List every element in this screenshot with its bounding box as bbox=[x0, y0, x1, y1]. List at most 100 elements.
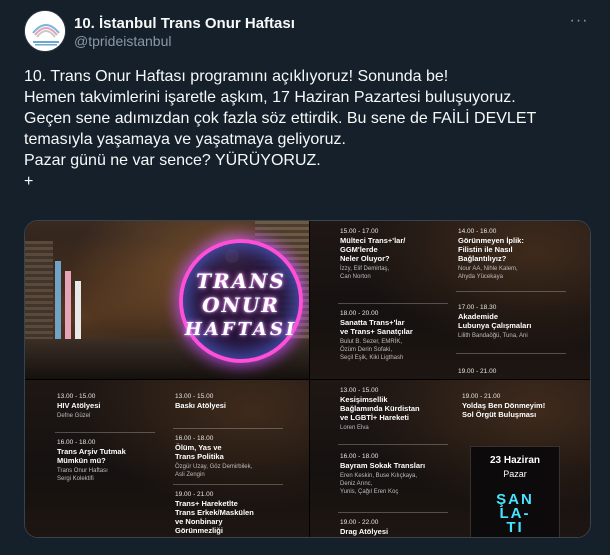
media-image-schedule-4[interactable]: 13.00 - 15.00 Kesişimsellik Bağlamında K… bbox=[310, 380, 590, 537]
schedule-item: 17.00 - 18.30 Akademide Lubunya Çalışmal… bbox=[458, 303, 570, 340]
session-people: Özgür Uzay, Göz Demirbilek, bbox=[175, 464, 253, 470]
schedule-item: 19.00 - 22.00 Drag Atölyesi bbox=[340, 518, 460, 536]
session-people: Defne Güzel bbox=[57, 413, 91, 419]
trans-onur-haftasi-logo: TRANS ONUR HAFTASI bbox=[179, 239, 303, 363]
schedule-item: 16.00 - 18.00 Bayram Sokak Transları Ere… bbox=[340, 452, 465, 496]
schedule-item: 19.00 - 21.00 Trans+ Hareketlte Trans Er… bbox=[175, 490, 300, 535]
session-time: 19.00 - 22.00 bbox=[340, 519, 379, 526]
schedule-item: 19.00 - 21.00 Yoldaş Ben Dönmeyim! Sol Ö… bbox=[462, 392, 587, 419]
session-title: Sanatta Trans+'lar bbox=[340, 318, 405, 327]
session-time: 19.00 - 21.00 bbox=[175, 491, 214, 498]
march-date-card: 23 Haziran Pazar ŞAN LA- TI bbox=[470, 446, 560, 537]
session-people: Can Norton bbox=[340, 274, 371, 280]
session-title: Bağlantılıyız? bbox=[458, 254, 507, 263]
session-title: Baskı Atölyesi bbox=[175, 401, 226, 410]
session-title: ve Trans+ Sanatçılar bbox=[340, 327, 413, 336]
session-title: Bayram Sokak Transları bbox=[340, 461, 426, 470]
divider bbox=[173, 484, 283, 485]
session-title: Filistin ile Nasıl bbox=[458, 245, 513, 254]
divider bbox=[456, 291, 566, 292]
schedule-item: 13.00 - 15.00 Baskı Atölyesi bbox=[175, 392, 295, 410]
session-people: Sergi Kolektifi bbox=[57, 476, 94, 482]
session-people: Seçil Eşik, Kiki Ligthash bbox=[340, 355, 404, 361]
logo-word: ONUR bbox=[202, 293, 280, 317]
session-time: 13.00 - 15.00 bbox=[57, 393, 96, 400]
session-time: 19.00 - 21.00 bbox=[458, 368, 497, 375]
logo-word: TRANS bbox=[196, 269, 286, 293]
march-date: 23 Haziran bbox=[489, 455, 541, 466]
author-name-row: 10. İstanbul Trans Onur Haftası bbox=[74, 13, 295, 33]
schedule-item: 15.00 - 17.00 Mülteci Trans+'lar/ GGM'le… bbox=[340, 227, 450, 281]
tweet-line: 10. Trans Onur Haftası programını açıklı… bbox=[24, 68, 449, 85]
session-title: Trans Arşiv Tutmak bbox=[57, 447, 126, 456]
session-people: Loren Elva bbox=[340, 425, 369, 431]
schedule-item: 16.00 - 18.00 Trans Arşiv Tutmak Mümkün … bbox=[57, 438, 167, 483]
session-people: Asli Zengin bbox=[175, 472, 205, 478]
tweet-line: temasıyla yaşamaya ve yaşatmaya geliyoru… bbox=[24, 131, 346, 148]
session-people: Trans Onur Haftası bbox=[57, 468, 108, 474]
logo-word: HAFTASI bbox=[184, 319, 298, 340]
media-image-logo[interactable]: TRANS ONUR HAFTASI bbox=[25, 221, 309, 379]
divider bbox=[456, 353, 566, 354]
divider bbox=[338, 444, 448, 445]
session-people: Ahyda Yücekaya bbox=[458, 274, 503, 280]
schedule-item: 13.00 - 15.00 Kesişimsellik Bağlamında K… bbox=[340, 386, 460, 432]
profile-avatar[interactable] bbox=[24, 10, 66, 52]
session-time: 18.00 - 20.00 bbox=[340, 310, 379, 317]
session-title: Yoldaş Ben Dönmeyim! bbox=[462, 401, 546, 410]
session-time: 19.00 - 21.00 bbox=[462, 393, 501, 400]
march-day: Pazar bbox=[503, 469, 527, 479]
more-icon: ··· bbox=[569, 12, 589, 29]
media-grid: TRANS ONUR HAFTASI 15.00 - 17.00 Mülteci… bbox=[24, 220, 591, 538]
session-title: GGM'lerde bbox=[340, 245, 378, 254]
session-title: Kesişimsellik bbox=[340, 395, 388, 404]
tweet-line: Hemen takvimlerini işaretle aşkım, 17 Ha… bbox=[24, 89, 516, 106]
tweet-line: Geçen sene adımızdan çok fazla söz ettir… bbox=[24, 110, 537, 127]
session-people: Lilith Bandaöğü, Tuna, Ani bbox=[458, 333, 528, 339]
session-title: Neler Oluyor? bbox=[340, 254, 390, 263]
session-time: 16.00 - 18.00 bbox=[175, 435, 214, 442]
media-image-schedule-3[interactable]: 13.00 - 15.00 HIV Atölyesi Defne Güzel 1… bbox=[25, 380, 309, 537]
media-image-schedule-2[interactable]: 15.00 - 17.00 Mülteci Trans+'lar/ GGM'le… bbox=[310, 221, 590, 379]
session-time: 15.00 - 17.00 bbox=[340, 228, 379, 235]
session-title: Görünmeyen İplik: bbox=[458, 236, 524, 245]
tweet-text: 10. Trans Onur Haftası programını açıklı… bbox=[24, 66, 594, 192]
session-time: 16.00 - 18.00 bbox=[57, 439, 96, 446]
author-handle[interactable]: @tprideistanbul bbox=[74, 33, 172, 49]
session-time: 13.00 - 15.00 bbox=[175, 393, 214, 400]
author-display-name[interactable]: 10. İstanbul Trans Onur Haftası bbox=[74, 15, 295, 32]
session-time: 13.00 - 15.00 bbox=[340, 387, 379, 394]
session-people: Nour AA, Nihle Kalem, bbox=[458, 266, 518, 272]
march-word-line: TI bbox=[506, 519, 524, 536]
divider bbox=[338, 512, 448, 513]
session-title: Drag Atölyesi bbox=[340, 527, 389, 536]
session-title: Lubunya Çalışmaları bbox=[458, 321, 532, 330]
session-people: Deniz Arınc, bbox=[340, 481, 373, 487]
more-options-button[interactable]: ··· bbox=[566, 10, 592, 32]
session-people: Özüm Derin Sofaki, bbox=[340, 347, 393, 353]
session-time: 16.00 - 18.00 bbox=[340, 453, 379, 460]
session-title: Görünmezliği bbox=[175, 526, 223, 535]
schedule-item: 16.00 - 18.00 Ölüm, Yas ve Trans Politik… bbox=[175, 434, 300, 479]
march-word: ŞAN LA- TI bbox=[471, 492, 559, 536]
trans-pride-logo-icon bbox=[25, 11, 65, 51]
schedule-item: 13.00 - 15.00 HIV Atölyesi Defne Güzel bbox=[57, 392, 167, 420]
session-title: Bağlamında Kürdistan bbox=[340, 404, 420, 413]
session-title: Ölüm, Yas ve bbox=[175, 443, 222, 452]
divider bbox=[55, 432, 155, 433]
divider bbox=[338, 303, 448, 304]
schedule-item: 14.00 - 16.00 Görünmeyen İplik: Filistin… bbox=[458, 227, 570, 281]
session-people: İzzy, Elif Demirtaş, bbox=[340, 266, 390, 272]
session-time: 17.00 - 18.30 bbox=[458, 304, 497, 311]
session-title: Trans+ Hareketlte bbox=[175, 499, 238, 508]
schedule-item: 18.00 - 20.00 Sanatta Trans+'lar ve Tran… bbox=[340, 309, 452, 362]
session-title: ve LGBTİ+ Hareketi bbox=[340, 413, 409, 422]
session-title: Mülteci Trans+'lar/ bbox=[340, 236, 406, 245]
trans-flag-stripe bbox=[55, 261, 61, 351]
tweet-line: + bbox=[24, 173, 34, 190]
session-title: Sol Örgüt Buluşması bbox=[462, 410, 537, 419]
session-title: HIV Atölyesi bbox=[57, 401, 101, 410]
session-people: Eren Keskin, Buse Kılıçkaya, bbox=[340, 473, 418, 479]
tweet: 10. İstanbul Trans Onur Haftası @tpridei… bbox=[0, 0, 610, 555]
divider bbox=[173, 428, 283, 429]
